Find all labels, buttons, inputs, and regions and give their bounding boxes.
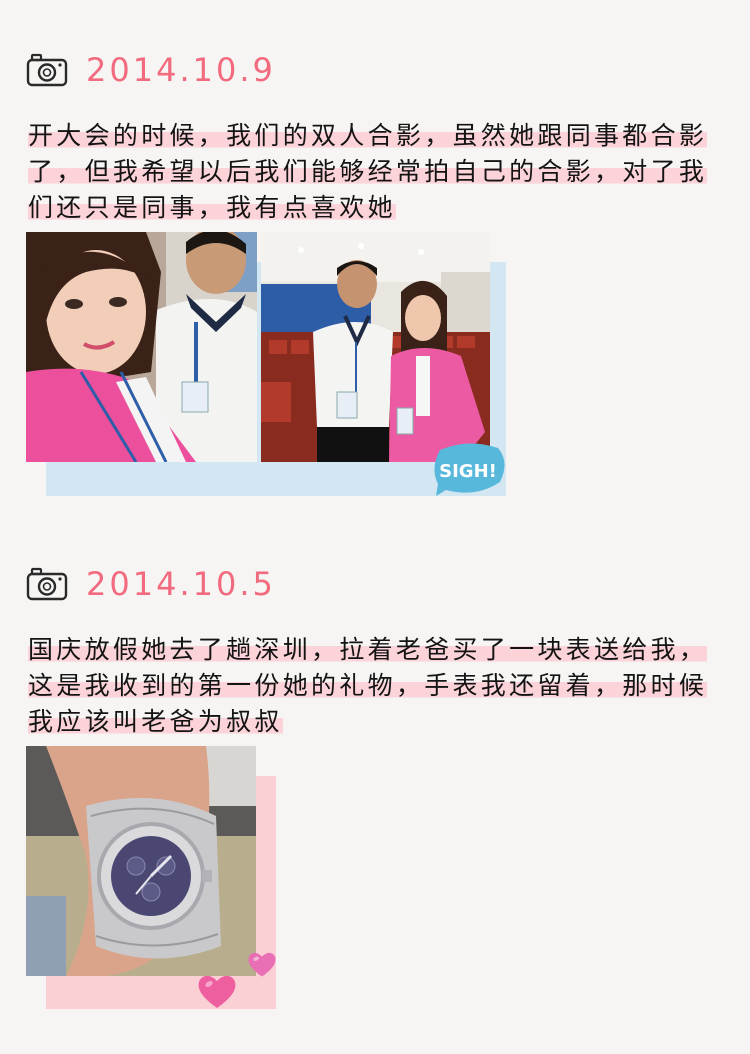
camera-icon [26, 567, 68, 601]
conference-photo [261, 232, 490, 462]
entry-date: 2014.10.9 [86, 51, 276, 89]
heart-icon [248, 952, 276, 977]
entry-text: 开大会的时候，我们的双人合影，虽然她跟同事都合影了，但我希望以后我们能够经常拍自… [28, 118, 718, 226]
entry-text-content: 国庆放假她去了趟深圳，拉着老爸买了一块表送给我，这是我收到的第一份她的礼物，手表… [28, 635, 708, 736]
sigh-sticker: SIGH! [434, 443, 505, 496]
wristwatch-photo [26, 746, 256, 976]
selfie-photo [26, 232, 257, 462]
entry-text: 国庆放假她去了趟深圳，拉着老爸买了一块表送给我，这是我收到的第一份她的礼物，手表… [28, 632, 718, 740]
heart-icon [198, 975, 236, 1008]
sigh-label: SIGH! [439, 461, 497, 482]
entry-1-date-row: 2014.10.9 [26, 50, 276, 90]
entry-2-date-row: 2014.10.5 [26, 564, 276, 604]
entry-text-content: 开大会的时候，我们的双人合影，虽然她跟同事都合影了，但我希望以后我们能够经常拍自… [28, 121, 708, 222]
entry-date: 2014.10.5 [86, 565, 276, 603]
diary-page: 2014.10.9 开大会的时候，我们的双人合影，虽然她跟同事都合影了，但我希望… [0, 0, 750, 1054]
camera-icon [26, 53, 68, 87]
